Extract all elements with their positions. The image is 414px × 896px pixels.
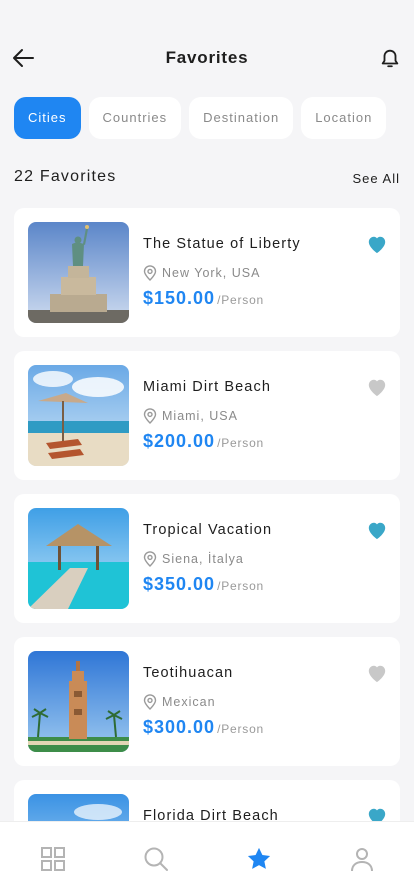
tab-countries[interactable]: Countries <box>88 97 182 139</box>
favorites-list: The Statue of Liberty New York, USA $150… <box>14 208 400 896</box>
tab-cities[interactable]: Cities <box>14 97 81 139</box>
see-all-link[interactable]: See All <box>353 171 400 186</box>
location-pin-icon <box>143 265 157 281</box>
favorite-card[interactable]: Miami Dirt Beach Miami, USA $200.00 /Per… <box>14 351 400 480</box>
place-name: Miami Dirt Beach <box>143 379 271 395</box>
favorite-card[interactable]: Tropical Vacation Siena, İtalya $350.00 … <box>14 494 400 623</box>
nav-favorites[interactable] <box>244 844 274 874</box>
price: $300.00 <box>143 717 216 737</box>
favorites-count: 22 Favorites <box>14 168 117 185</box>
search-icon <box>144 847 168 871</box>
location-pin-icon <box>143 551 157 567</box>
nav-search[interactable] <box>141 844 171 874</box>
location-pin-icon <box>143 694 157 710</box>
price-row: $150.00 /Person <box>143 288 264 309</box>
price: $200.00 <box>143 431 216 451</box>
star-icon <box>247 847 271 869</box>
place-location: Miami, USA <box>143 408 238 424</box>
price-row: $350.00 /Person <box>143 574 264 595</box>
price: $150.00 <box>143 288 216 308</box>
favorites-summary: 22 Favorites See All <box>14 168 400 190</box>
place-image <box>28 365 129 466</box>
heart-icon[interactable] <box>366 663 388 683</box>
place-image <box>28 508 129 609</box>
price: $350.00 <box>143 574 216 594</box>
place-image <box>28 651 129 752</box>
bottom-nav <box>0 821 414 896</box>
place-name: The Statue of Liberty <box>143 236 301 252</box>
price-unit: /Person <box>217 722 265 736</box>
location-text: Mexican <box>162 695 216 709</box>
header: Favorites <box>0 0 414 90</box>
bell-icon <box>381 49 399 68</box>
user-icon <box>351 848 373 872</box>
favorite-card[interactable]: Teotihuacan Mexican $300.00 /Person <box>14 637 400 766</box>
price-row: $200.00 /Person <box>143 431 264 452</box>
location-text: New York, USA <box>162 266 261 280</box>
location-text: Miami, USA <box>162 409 238 423</box>
place-location: Siena, İtalya <box>143 551 244 567</box>
page-title: Favorites <box>165 48 249 67</box>
place-location: Mexican <box>143 694 216 710</box>
place-name: Tropical Vacation <box>143 522 273 538</box>
price-unit: /Person <box>217 436 265 450</box>
notifications-button[interactable] <box>376 44 404 72</box>
price-unit: /Person <box>217 579 265 593</box>
grid-icon <box>41 847 65 871</box>
tab-destination[interactable]: Destination <box>189 97 294 139</box>
heart-icon[interactable] <box>366 520 388 540</box>
place-name: Teotihuacan <box>143 665 234 681</box>
price-unit: /Person <box>217 293 265 307</box>
nav-home[interactable] <box>38 844 68 874</box>
place-location: New York, USA <box>143 265 260 281</box>
place-image <box>28 222 129 323</box>
nav-profile[interactable] <box>347 844 377 874</box>
price-row: $300.00 /Person <box>143 717 264 738</box>
heart-icon[interactable] <box>366 377 388 397</box>
heart-icon[interactable] <box>366 234 388 254</box>
favorite-card[interactable]: The Statue of Liberty New York, USA $150… <box>14 208 400 337</box>
location-text: Siena, İtalya <box>162 552 244 566</box>
tab-location[interactable]: Location <box>301 97 387 139</box>
category-tabs: Cities Countries Destination Location <box>14 97 414 139</box>
location-pin-icon <box>143 408 157 424</box>
